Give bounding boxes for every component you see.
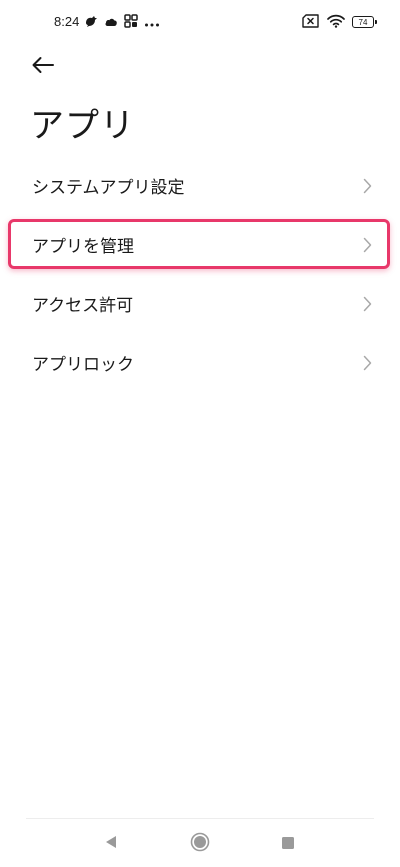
home-circle-icon bbox=[190, 832, 210, 856]
grid-icon bbox=[124, 13, 138, 32]
settings-item-label: アプリを管理 bbox=[32, 237, 134, 257]
settings-item-label: システムアプリ設定 bbox=[32, 178, 185, 198]
page-title: アプリ bbox=[30, 106, 135, 146]
nav-bar bbox=[0, 818, 400, 867]
nav-back-button[interactable] bbox=[99, 832, 123, 856]
chevron-right-icon bbox=[362, 296, 372, 312]
settings-item-manage-apps[interactable]: アプリを管理 bbox=[0, 215, 400, 274]
back-button[interactable] bbox=[26, 52, 60, 82]
chevron-right-icon bbox=[362, 237, 372, 253]
status-right-icons: 74 bbox=[302, 13, 377, 32]
nav-recents-button[interactable] bbox=[276, 832, 300, 856]
battery-level: 74 bbox=[358, 17, 368, 27]
status-time: 8:24 bbox=[54, 14, 80, 29]
cloud-icon bbox=[104, 13, 118, 32]
recents-square-icon bbox=[281, 835, 295, 854]
nav-home-button[interactable] bbox=[188, 832, 212, 856]
settings-item-label: アプリロック bbox=[32, 355, 134, 375]
nav-divider bbox=[26, 818, 374, 819]
settings-list: システムアプリ設定 アプリを管理 アクセス許可 アプリロック bbox=[0, 156, 400, 392]
back-triangle-icon bbox=[104, 834, 118, 854]
status-bar: 8:24 74 bbox=[0, 0, 400, 44]
settings-item-system-app-settings[interactable]: システムアプリ設定 bbox=[0, 156, 400, 215]
settings-item-label: アクセス許可 bbox=[32, 296, 134, 316]
sim-x-icon bbox=[302, 13, 320, 32]
status-left-icons bbox=[84, 13, 160, 32]
more-icon bbox=[144, 13, 160, 32]
bird-icon bbox=[84, 13, 98, 32]
settings-item-app-lock[interactable]: アプリロック bbox=[0, 333, 400, 392]
battery-icon: 74 bbox=[352, 16, 377, 28]
settings-item-permissions[interactable]: アクセス許可 bbox=[0, 274, 400, 333]
wifi-icon bbox=[327, 13, 345, 32]
chevron-right-icon bbox=[362, 178, 372, 194]
arrow-left-icon bbox=[31, 56, 55, 78]
chevron-right-icon bbox=[362, 355, 372, 371]
